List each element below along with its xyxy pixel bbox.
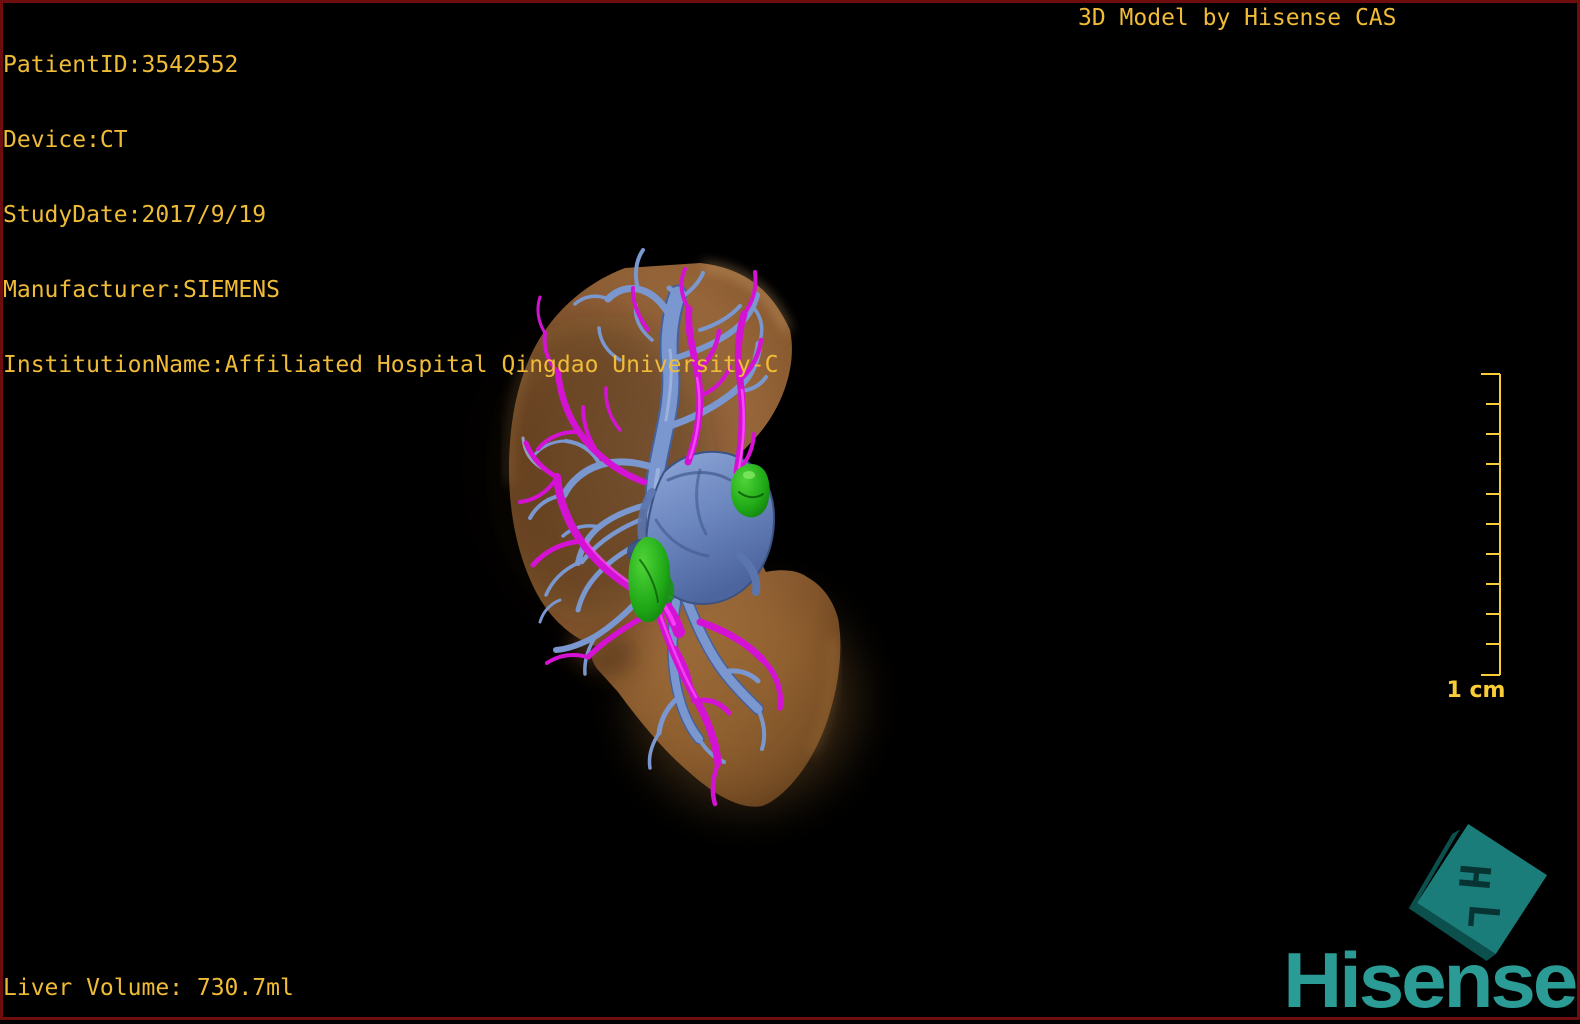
liver-volume-text: Liver Volume: 730.7ml [3, 975, 294, 1001]
device-text: Device:CT [3, 127, 128, 153]
patient-info-block: PatientID:3542552 Device:CT StudyDate:20… [3, 3, 778, 428]
scale-bar-label: 1 cm [1447, 678, 1506, 703]
hisense-logo: Hisense [1282, 936, 1578, 1024]
patient-id-text: PatientID:3542552 [3, 52, 239, 78]
institution-text: InstitutionName:Affiliated Hospital Qing… [3, 352, 779, 378]
study-date-text: StudyDate:2017/9/19 [3, 202, 267, 228]
cube-letter-l: L [1458, 901, 1509, 930]
scale-bar: 1 cm [1447, 373, 1506, 703]
manufacturer-text: Manufacturer:SIEMENS [3, 277, 280, 303]
3d-viewport[interactable]: 1 cm H L PatientID:3542552 Device:CT Stu… [0, 0, 1580, 1020]
watermark-title: 3D Model by Hisense CAS [1078, 5, 1397, 31]
cube-letter-h: H [1449, 862, 1500, 891]
